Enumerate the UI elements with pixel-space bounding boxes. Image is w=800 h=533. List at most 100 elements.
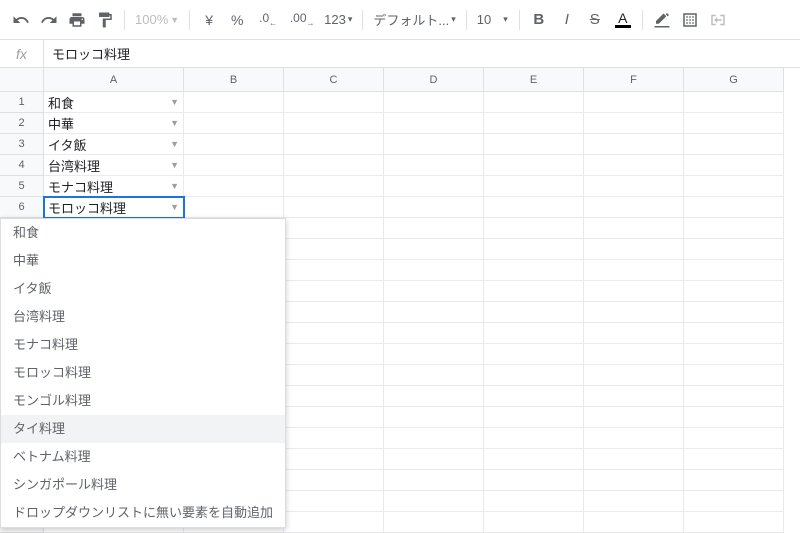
font-size-dropdown[interactable]: 10▾ (473, 12, 513, 27)
cell-D6[interactable] (384, 197, 484, 218)
cell-G18[interactable] (684, 449, 784, 470)
column-header-G[interactable]: G (684, 68, 784, 92)
bold-button[interactable]: B (526, 7, 552, 33)
fill-color-button[interactable] (649, 7, 675, 33)
cell-C11[interactable] (284, 302, 384, 323)
row-header-2[interactable]: 2 (0, 113, 44, 134)
cell-C14[interactable] (284, 365, 384, 386)
cell-E5[interactable] (484, 176, 584, 197)
cell-D8[interactable] (384, 239, 484, 260)
cell-C21[interactable] (284, 512, 384, 533)
cell-F3[interactable] (584, 134, 684, 155)
cell-E14[interactable] (484, 365, 584, 386)
cell-F2[interactable] (584, 113, 684, 134)
cell-F1[interactable] (584, 92, 684, 113)
merge-cells-button[interactable] (705, 7, 731, 33)
cell-F9[interactable] (584, 260, 684, 281)
number-format-dropdown[interactable]: 123▾ (320, 12, 356, 27)
cell-D5[interactable] (384, 176, 484, 197)
cell-G12[interactable] (684, 323, 784, 344)
cell-C10[interactable] (284, 281, 384, 302)
cell-G15[interactable] (684, 386, 784, 407)
cell-B1[interactable] (184, 92, 284, 113)
cell-D10[interactable] (384, 281, 484, 302)
cell-D4[interactable] (384, 155, 484, 176)
cell-E13[interactable] (484, 344, 584, 365)
cell-E11[interactable] (484, 302, 584, 323)
cell-E6[interactable] (484, 197, 584, 218)
row-header-4[interactable]: 4 (0, 155, 44, 176)
cell-A3[interactable]: イタ飯▼ (44, 134, 184, 155)
cell-E16[interactable] (484, 407, 584, 428)
cell-G17[interactable] (684, 428, 784, 449)
cell-D13[interactable] (384, 344, 484, 365)
cell-D12[interactable] (384, 323, 484, 344)
cell-F20[interactable] (584, 491, 684, 512)
cell-D11[interactable] (384, 302, 484, 323)
cell-F18[interactable] (584, 449, 684, 470)
paint-format-button[interactable] (92, 7, 118, 33)
column-header-E[interactable]: E (484, 68, 584, 92)
cell-G3[interactable] (684, 134, 784, 155)
cell-C19[interactable] (284, 470, 384, 491)
cell-F8[interactable] (584, 239, 684, 260)
cell-C13[interactable] (284, 344, 384, 365)
cell-B4[interactable] (184, 155, 284, 176)
select-all-corner[interactable] (0, 68, 44, 92)
cell-F21[interactable] (584, 512, 684, 533)
borders-button[interactable] (677, 7, 703, 33)
cell-D3[interactable] (384, 134, 484, 155)
cell-F12[interactable] (584, 323, 684, 344)
cell-C6[interactable] (284, 197, 384, 218)
cell-D21[interactable] (384, 512, 484, 533)
column-header-A[interactable]: A (44, 68, 184, 92)
column-header-B[interactable]: B (184, 68, 284, 92)
cell-E2[interactable] (484, 113, 584, 134)
dropdown-item[interactable]: シンガポール料理 (1, 471, 285, 499)
cell-E8[interactable] (484, 239, 584, 260)
cell-B3[interactable] (184, 134, 284, 155)
cell-E19[interactable] (484, 470, 584, 491)
column-header-F[interactable]: F (584, 68, 684, 92)
cell-G8[interactable] (684, 239, 784, 260)
increase-decimal-button[interactable]: .00→ (286, 7, 318, 33)
strikethrough-button[interactable]: S (582, 7, 608, 33)
cell-F17[interactable] (584, 428, 684, 449)
dropdown-item[interactable]: モロッコ料理 (1, 359, 285, 387)
cell-F4[interactable] (584, 155, 684, 176)
row-header-1[interactable]: 1 (0, 92, 44, 113)
cell-C15[interactable] (284, 386, 384, 407)
cell-G20[interactable] (684, 491, 784, 512)
cell-D1[interactable] (384, 92, 484, 113)
cell-D19[interactable] (384, 470, 484, 491)
cell-G13[interactable] (684, 344, 784, 365)
cell-E9[interactable] (484, 260, 584, 281)
cell-B5[interactable] (184, 176, 284, 197)
cell-C18[interactable] (284, 449, 384, 470)
cell-F13[interactable] (584, 344, 684, 365)
dropdown-item[interactable]: タイ料理 (1, 415, 285, 443)
cell-G11[interactable] (684, 302, 784, 323)
dropdown-arrow-icon[interactable]: ▼ (170, 97, 179, 107)
row-header-5[interactable]: 5 (0, 176, 44, 197)
cell-C12[interactable] (284, 323, 384, 344)
cell-F14[interactable] (584, 365, 684, 386)
percent-button[interactable]: % (224, 7, 250, 33)
print-button[interactable] (64, 7, 90, 33)
formula-input[interactable]: モロッコ料理 (44, 40, 800, 67)
dropdown-arrow-icon[interactable]: ▼ (170, 139, 179, 149)
cell-A6[interactable]: モロッコ料理▼ (44, 197, 184, 218)
cell-G2[interactable] (684, 113, 784, 134)
cell-E12[interactable] (484, 323, 584, 344)
cell-A5[interactable]: モナコ料理▼ (44, 176, 184, 197)
redo-button[interactable] (36, 7, 62, 33)
cell-E21[interactable] (484, 512, 584, 533)
dropdown-item[interactable]: 中華 (1, 247, 285, 275)
cell-C7[interactable] (284, 218, 384, 239)
cell-E7[interactable] (484, 218, 584, 239)
cell-G10[interactable] (684, 281, 784, 302)
cell-C16[interactable] (284, 407, 384, 428)
dropdown-item[interactable]: モンゴル料理 (1, 387, 285, 415)
cell-D16[interactable] (384, 407, 484, 428)
decrease-decimal-button[interactable]: .0← (252, 7, 284, 33)
